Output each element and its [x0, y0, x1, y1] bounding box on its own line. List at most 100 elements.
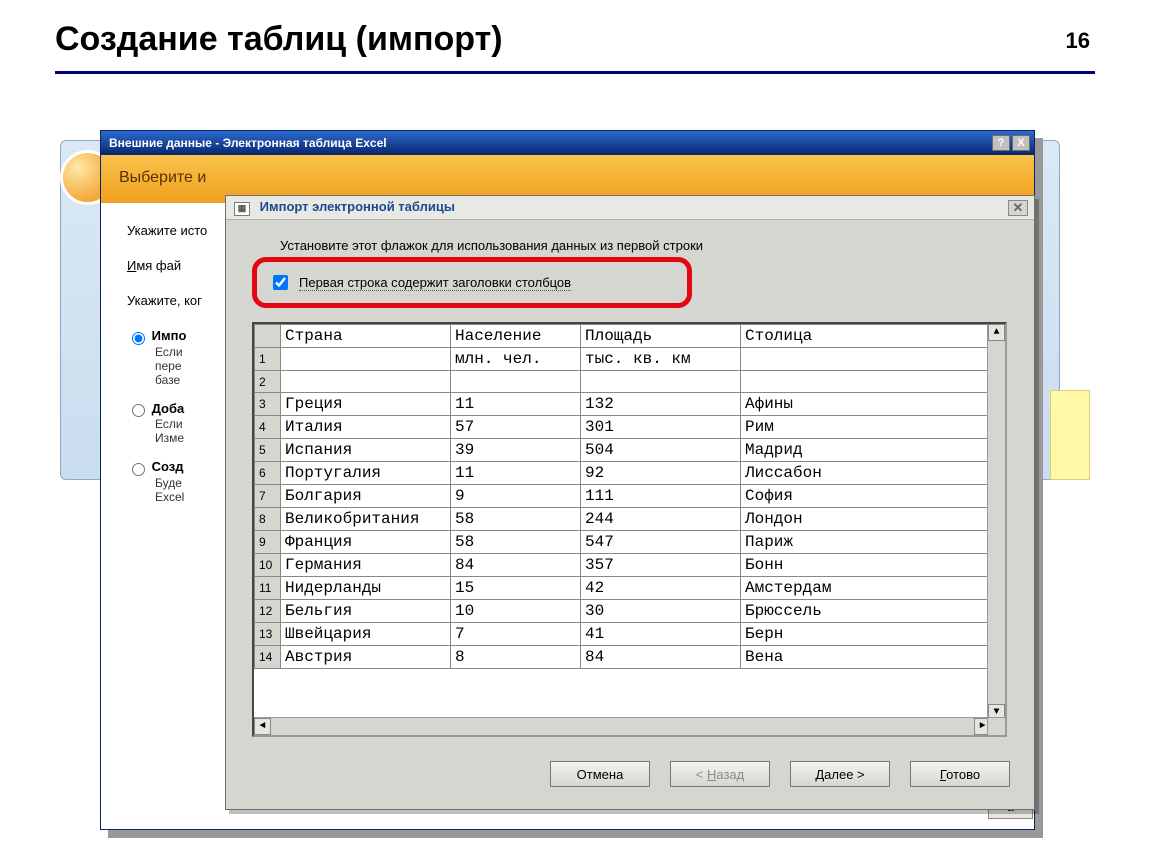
cell: Бельгия [281, 600, 451, 623]
row-number: 2 [255, 371, 281, 393]
row-number: 4 [255, 416, 281, 439]
row-number: 8 [255, 508, 281, 531]
cell: 504 [581, 439, 741, 462]
cell: 11 [451, 462, 581, 485]
table-row[interactable]: 14Австрия884Вена [255, 646, 994, 669]
import-spreadsheet-dialog: ▦ Импорт электронной таблицы ✕ Установит… [225, 195, 1035, 810]
cell: Париж [741, 531, 994, 554]
close-button[interactable]: X [1012, 135, 1030, 151]
cell: София [741, 485, 994, 508]
row-number: 1 [255, 348, 281, 371]
cell: Берн [741, 623, 994, 646]
cell: 547 [581, 531, 741, 554]
rownum-header [255, 325, 281, 348]
option-append-title: Доба [152, 401, 185, 416]
cell: 84 [451, 554, 581, 577]
help-button[interactable]: ? [992, 135, 1010, 151]
cell: 357 [581, 554, 741, 577]
data-table: Страна Население Площадь Столица 1млн. ч… [254, 324, 994, 669]
row-number: 13 [255, 623, 281, 646]
row-number: 9 [255, 531, 281, 554]
cell: Швейцария [281, 623, 451, 646]
table-row[interactable]: 11Нидерланды1542Амстердам [255, 577, 994, 600]
cell: 57 [451, 416, 581, 439]
row-number: 12 [255, 600, 281, 623]
table-row[interactable]: 8Великобритания58244Лондон [255, 508, 994, 531]
table-row[interactable]: 10Германия84357Бонн [255, 554, 994, 577]
cell: 84 [581, 646, 741, 669]
wizard-title: Внешние данные - Электронная таблица Exc… [109, 136, 387, 150]
horizontal-scrollbar[interactable]: ◄ ► [254, 717, 991, 735]
next-button[interactable]: Далее > [790, 761, 890, 787]
col-country[interactable]: Страна [281, 325, 451, 348]
cell: Португалия [281, 462, 451, 485]
col-population[interactable]: Население [451, 325, 581, 348]
cell: 39 [451, 439, 581, 462]
dialog-hint: Установите этот флажок для использования… [280, 238, 1008, 253]
cell [281, 348, 451, 371]
table-row[interactable]: 4Италия57301Рим [255, 416, 994, 439]
cell: Амстердам [741, 577, 994, 600]
dialog-close-button[interactable]: ✕ [1008, 200, 1028, 216]
cell: Франция [281, 531, 451, 554]
table-row[interactable]: 7Болгария9111София [255, 485, 994, 508]
col-capital[interactable]: Столица [741, 325, 994, 348]
cell: Рим [741, 416, 994, 439]
back-button[interactable]: < Назад [670, 761, 770, 787]
cell: Италия [281, 416, 451, 439]
scroll-corner [987, 717, 1005, 735]
yellow-panel [1050, 390, 1090, 480]
cell: Бонн [741, 554, 994, 577]
option-import-radio[interactable] [132, 332, 145, 345]
cell: Великобритания [281, 508, 451, 531]
first-row-headers-checkbox[interactable] [273, 275, 288, 290]
dialog-titlebar: ▦ Импорт электронной таблицы ✕ [226, 196, 1034, 220]
table-row[interactable]: 12Бельгия1030Брюссель [255, 600, 994, 623]
dialog-title: Импорт электронной таблицы [260, 199, 455, 214]
col-area[interactable]: Площадь [581, 325, 741, 348]
table-row[interactable]: 1млн. чел.тыс. кв. км [255, 348, 994, 371]
cell: Лиссабон [741, 462, 994, 485]
row-number: 5 [255, 439, 281, 462]
cell [451, 371, 581, 393]
first-row-highlight: Первая строка содержит заголовки столбцо… [252, 257, 692, 308]
first-row-headers-label: Первая строка содержит заголовки столбцо… [299, 275, 571, 291]
row-number: 14 [255, 646, 281, 669]
table-icon: ▦ [234, 202, 250, 216]
cell: 111 [581, 485, 741, 508]
cell: 58 [451, 531, 581, 554]
preview-grid: Страна Население Площадь Столица 1млн. ч… [252, 322, 1007, 737]
slide-number: 16 [1066, 28, 1090, 54]
dialog-button-bar: Отмена < Назад Далее > Готово [226, 749, 1034, 791]
cell: 244 [581, 508, 741, 531]
cell: Австрия [281, 646, 451, 669]
title-underline [55, 71, 1095, 74]
cell: Мадрид [741, 439, 994, 462]
cell: 10 [451, 600, 581, 623]
table-row[interactable]: 9Франция58547Париж [255, 531, 994, 554]
cell: 15 [451, 577, 581, 600]
scroll-up-icon[interactable]: ▲ [988, 324, 1005, 341]
row-number: 6 [255, 462, 281, 485]
row-number: 3 [255, 393, 281, 416]
option-link-radio[interactable] [132, 463, 145, 476]
vertical-scrollbar[interactable]: ▲ ▼ [987, 324, 1005, 721]
table-row[interactable]: 13Швейцария741Берн [255, 623, 994, 646]
option-link-title: Созд [152, 459, 184, 474]
table-row[interactable]: 2 [255, 371, 994, 393]
option-append-radio[interactable] [132, 404, 145, 417]
cell [281, 371, 451, 393]
table-row[interactable]: 3Греция11132Афины [255, 393, 994, 416]
cell: Болгария [281, 485, 451, 508]
cell [741, 348, 994, 371]
cancel-button[interactable]: Отмена [550, 761, 650, 787]
table-row[interactable]: 6Португалия1192Лиссабон [255, 462, 994, 485]
slide-title: Создание таблиц (импорт) [55, 20, 1095, 59]
cell: Испания [281, 439, 451, 462]
finish-button[interactable]: Готово [910, 761, 1010, 787]
cell: Вена [741, 646, 994, 669]
scroll-left-icon[interactable]: ◄ [254, 718, 271, 735]
cell: 9 [451, 485, 581, 508]
table-row[interactable]: 5Испания39504Мадрид [255, 439, 994, 462]
cell: 7 [451, 623, 581, 646]
